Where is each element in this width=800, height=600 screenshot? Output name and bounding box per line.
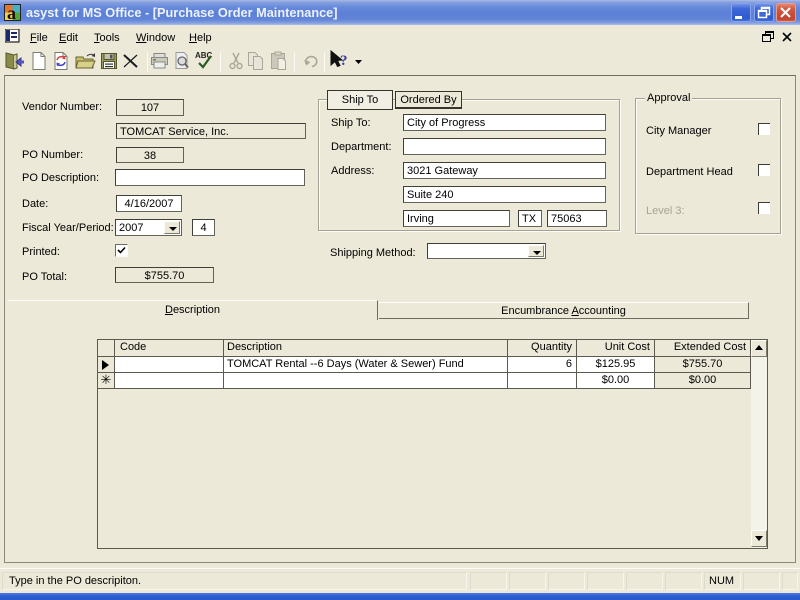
svg-text:a: a [7,4,16,22]
svg-text:?: ? [340,53,348,69]
